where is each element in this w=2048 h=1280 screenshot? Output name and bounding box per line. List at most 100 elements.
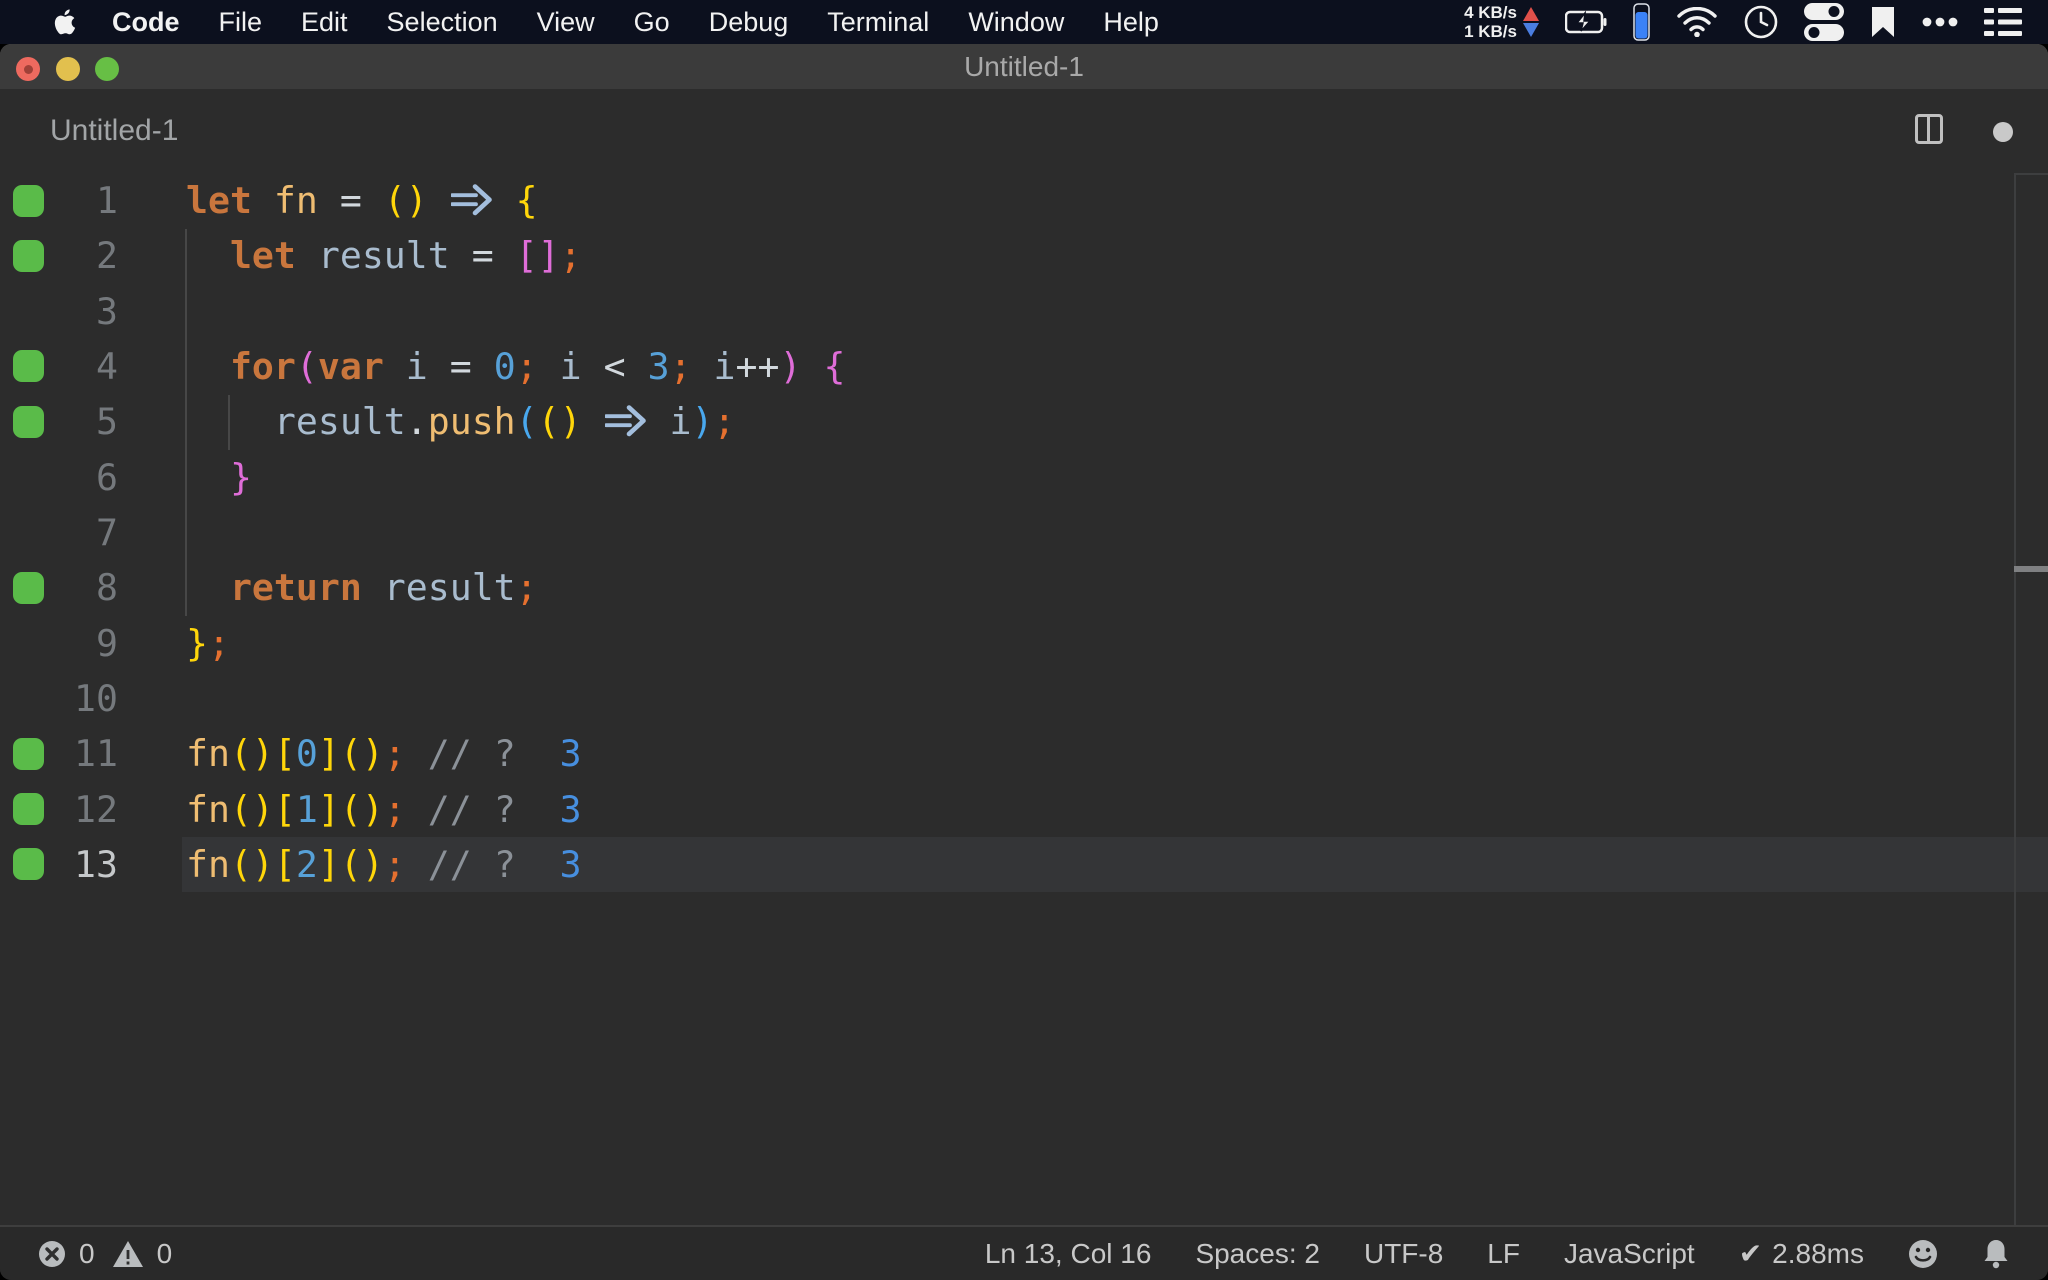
- warnings-icon[interactable]: [112, 1240, 144, 1268]
- token-b2: []: [515, 234, 560, 278]
- line-number[interactable]: 9: [0, 616, 118, 671]
- code-line-text[interactable]: fn()[1](); // ? 3: [186, 782, 582, 837]
- code-line-text[interactable]: let fn = () {: [186, 173, 538, 228]
- code-line: 8 return result;: [0, 560, 2048, 615]
- arrow-ligature-icon: [604, 394, 648, 449]
- menu-item-edit[interactable]: Edit: [301, 7, 348, 38]
- token-se: ;: [383, 732, 406, 776]
- token-kw: for: [229, 344, 296, 388]
- token-b1: ()[: [229, 842, 296, 886]
- menu-item-terminal[interactable]: Terminal: [827, 7, 929, 38]
- window-title: Untitled-1: [964, 51, 1084, 82]
- apple-menu-icon[interactable]: [52, 8, 76, 36]
- token-vr: i: [405, 344, 428, 388]
- token-se: ;: [713, 400, 736, 444]
- network-speed-indicator[interactable]: 4 KB/s 1 KB/s: [1464, 3, 1539, 41]
- indent-guide: [185, 228, 187, 616]
- token-b1: (): [537, 400, 582, 444]
- menu-item-go[interactable]: Go: [634, 7, 670, 38]
- encoding[interactable]: UTF-8: [1364, 1238, 1443, 1270]
- token-b1: }: [186, 621, 208, 665]
- token-se: ;: [669, 344, 692, 388]
- token-se: ;: [383, 842, 406, 886]
- net-up-speed: 4 KB/s: [1464, 3, 1517, 22]
- arrow-ligature-icon: [450, 173, 494, 228]
- line-number[interactable]: 8: [0, 560, 118, 615]
- wifi-icon[interactable]: [1676, 7, 1718, 37]
- line-number[interactable]: 10: [0, 671, 118, 726]
- window-title-bar[interactable]: Untitled-1: [0, 44, 2048, 89]
- code-line-text[interactable]: fn()[2](); // ? 3: [186, 837, 582, 892]
- line-number[interactable]: 5: [0, 394, 118, 449]
- battery-gauge-icon[interactable]: [1633, 3, 1650, 41]
- line-number[interactable]: 3: [0, 284, 118, 339]
- code-line: 3: [0, 284, 2048, 339]
- line-number[interactable]: 11: [0, 726, 118, 781]
- tab-label[interactable]: Untitled-1: [50, 114, 178, 148]
- warnings-count[interactable]: 0: [157, 1238, 173, 1270]
- code-line-text[interactable]: result.push(() i);: [186, 394, 736, 449]
- line-number[interactable]: 6: [0, 450, 118, 505]
- eol-setting[interactable]: LF: [1487, 1238, 1520, 1270]
- code-line: 11 fn()[0](); // ? 3: [0, 726, 2048, 781]
- split-editor-icon[interactable]: [1915, 114, 1943, 144]
- toggles-icon[interactable]: [1804, 3, 1844, 41]
- line-number[interactable]: 1: [0, 173, 118, 228]
- clock-icon[interactable]: [1744, 5, 1778, 39]
- menu-item-file[interactable]: File: [219, 7, 263, 38]
- line-number[interactable]: 13: [0, 837, 118, 892]
- menu-item-code[interactable]: Code: [112, 7, 180, 38]
- code-line-text[interactable]: }: [186, 450, 252, 505]
- code-line-text[interactable]: fn()[0](); // ? 3: [186, 726, 582, 781]
- code-line: 13 fn()[2](); // ? 3: [0, 837, 2048, 892]
- token-kw: var: [317, 344, 384, 388]
- cursor-position[interactable]: Ln 13, Col 16: [985, 1238, 1152, 1270]
- menu-item-selection[interactable]: Selection: [387, 7, 498, 38]
- errors-icon[interactable]: [38, 1240, 66, 1268]
- line-number[interactable]: 12: [0, 782, 118, 837]
- code-line: 4 for(var i = 0; i < 3; i++) {: [0, 339, 2048, 394]
- line-number[interactable]: 2: [0, 228, 118, 283]
- menu-item-help[interactable]: Help: [1103, 7, 1159, 38]
- token-vr: result: [317, 234, 450, 278]
- token-b1: (): [383, 179, 428, 222]
- token-nu: 0: [295, 732, 318, 776]
- menu-item-window[interactable]: Window: [968, 7, 1064, 38]
- token-fn: fn: [186, 787, 230, 831]
- unsaved-changes-dot[interactable]: [1993, 122, 2013, 142]
- token-b1: ()[: [229, 732, 296, 776]
- code-line-text[interactable]: return result;: [186, 560, 538, 615]
- list-menu-icon[interactable]: [1984, 7, 2022, 37]
- quokka-perf[interactable]: ✔ 2.88ms: [1739, 1237, 1864, 1270]
- app-shape-icon[interactable]: [1870, 5, 1896, 39]
- code-editor[interactable]: 1 let fn = () {2 let result = []; 3 4 for(v…: [0, 173, 2048, 1225]
- notifications-bell-icon[interactable]: [1982, 1239, 2010, 1269]
- token-kw: let: [186, 179, 252, 222]
- code-line-text[interactable]: for(var i = 0; i < 3; i++) {: [186, 339, 845, 394]
- token-op: ++: [735, 344, 780, 388]
- code-line-text[interactable]: let result = [];: [186, 228, 582, 283]
- battery-icon[interactable]: [1565, 10, 1607, 34]
- errors-count[interactable]: 0: [79, 1238, 95, 1270]
- token-b2: }: [229, 455, 252, 499]
- code-line: 12 fn()[1](); // ? 3: [0, 782, 2048, 837]
- language-mode[interactable]: JavaScript: [1564, 1238, 1695, 1270]
- download-arrow-icon: [1523, 23, 1539, 37]
- token-b2: ): [779, 344, 802, 388]
- more-dots-icon[interactable]: [1922, 17, 1958, 27]
- menu-bar: Code File Edit Selection View Go Debug Terminal…: [0, 0, 2048, 44]
- menu-item-debug[interactable]: Debug: [709, 7, 789, 38]
- line-number[interactable]: 4: [0, 339, 118, 394]
- line-number[interactable]: 7: [0, 505, 118, 560]
- token-kw: let: [229, 234, 296, 278]
- code-line-text[interactable]: };: [186, 616, 230, 671]
- menu-item-view[interactable]: View: [537, 7, 595, 38]
- feedback-smiley-icon[interactable]: [1908, 1239, 1938, 1269]
- indentation-setting[interactable]: Spaces: 2: [1195, 1238, 1320, 1270]
- overview-ruler-marker[interactable]: [2014, 566, 2048, 572]
